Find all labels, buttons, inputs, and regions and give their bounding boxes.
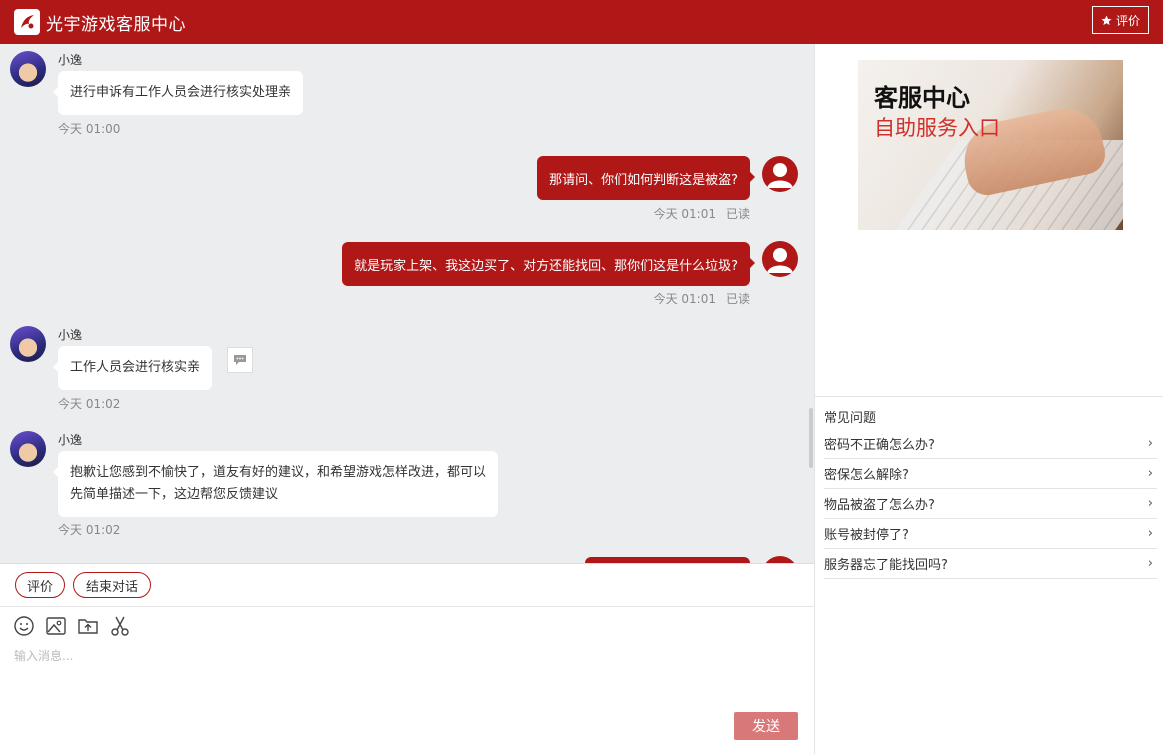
read-status: 已读: [725, 207, 750, 221]
message-time: 今天 01:01 已读: [654, 205, 750, 222]
upload-folder-icon[interactable]: [77, 615, 99, 637]
faq-title: 常见问题: [824, 411, 877, 426]
emoji-icon[interactable]: [13, 615, 35, 637]
agent-name: 小逸: [58, 53, 83, 67]
message-text: 工作人员会进行核实亲: [70, 360, 201, 375]
user-avatar-icon: [762, 556, 798, 563]
message-time: 今天 01:01 已读: [654, 290, 750, 307]
chat-history[interactable]: 小逸 进行申诉有工作人员会进行核实处理亲 今天 01:00 那请问、你们如何判断…: [0, 44, 814, 563]
chat-scrollbar[interactable]: [809, 408, 813, 468]
chevron-right-icon: ›: [1147, 496, 1153, 511]
message-time-value: 今天 01:01: [653, 207, 716, 221]
agent-avatar: [10, 51, 46, 87]
send-button[interactable]: 发送: [734, 712, 798, 740]
faq-item[interactable]: 账号被封停了? ›: [824, 519, 1157, 549]
banner-subtitle: 自助服务入口: [874, 116, 1000, 140]
faq-item[interactable]: 服务器忘了能找回吗? ›: [824, 549, 1157, 579]
rate-button[interactable]: 评价: [15, 572, 65, 598]
message-text: 那请问、你们如何判断这是被盗?: [549, 172, 738, 188]
user-message-bubble: 就是玩家上架、我这边买了、对方还能找回、那你们这是什么垃圾?: [342, 242, 755, 286]
sidebar: 客服中心 自助服务入口 常见问题 密码不正确怎么办? › 密保怎么解除? › 物…: [814, 44, 1163, 754]
rate-header-button[interactable]: 评价: [1091, 6, 1149, 34]
faq-item[interactable]: 密保怎么解除? ›: [824, 459, 1157, 489]
message-time-value: 今天 01:01: [653, 292, 716, 306]
message-time: 今天 01:00: [58, 122, 121, 136]
agent-avatar: [10, 326, 46, 362]
end-conversation-button[interactable]: 结束对话: [73, 572, 151, 598]
app-header: 光宇游戏客服中心 评价: [0, 0, 1163, 44]
user-message-bubble: 那请问、你们如何判断这是被盗?: [537, 156, 755, 200]
chat-actions-bar: 评价 结束对话: [0, 563, 814, 607]
message-text-line: 抱歉让您感到不愉快了，道友有好的建议，和希望游戏怎样改进，都可以: [70, 465, 487, 480]
user-avatar-icon: [762, 156, 798, 192]
chevron-right-icon: ›: [1147, 526, 1153, 541]
agent-name: 小逸: [58, 328, 83, 342]
message-text: 进行申诉有工作人员会进行核实处理亲: [70, 85, 292, 100]
image-icon[interactable]: [45, 615, 67, 637]
composer: 输入消息... 发送: [0, 607, 814, 754]
faq-item-label: 账号被封停了?: [824, 528, 909, 543]
read-status: 已读: [725, 292, 750, 306]
faq-item-label: 密码不正确怎么办?: [824, 438, 935, 453]
self-service-banner[interactable]: 客服中心 自助服务入口: [858, 60, 1123, 230]
star-icon: [1101, 14, 1112, 25]
message-time: 今天 01:02: [58, 523, 121, 537]
message-input[interactable]: 输入消息...: [14, 647, 73, 664]
feedback-button[interactable]: [227, 347, 253, 373]
agent-message-bubble: 抱歉让您感到不愉快了，道友有好的建议，和希望游戏怎样改进，都可以 先简单描述一下…: [52, 451, 499, 517]
agent-avatar: [10, 431, 46, 467]
logo-icon: [14, 9, 40, 35]
faq-item[interactable]: 物品被盗了怎么办? ›: [824, 489, 1157, 519]
app-title: 光宇游戏客服中心: [46, 14, 186, 35]
chevron-right-icon: ›: [1147, 466, 1153, 481]
chevron-right-icon: ›: [1147, 436, 1153, 451]
scissors-icon[interactable]: [109, 615, 131, 637]
comment-icon: [234, 355, 246, 365]
agent-message-bubble: 工作人员会进行核实亲: [52, 346, 213, 390]
message-text-line: 先简单描述一下，这边帮您反馈建议: [70, 487, 279, 502]
faq-item[interactable]: 密码不正确怎么办? ›: [824, 429, 1157, 459]
chevron-right-icon: ›: [1147, 556, 1153, 571]
faq-item-label: 服务器忘了能找回吗?: [824, 558, 948, 573]
divider: [815, 396, 1163, 397]
message-text: 就是玩家上架、我这边买了、对方还能找回、那你们这是什么垃圾?: [354, 258, 738, 274]
faq-item-label: 物品被盗了怎么办?: [824, 498, 935, 513]
agent-name: 小逸: [58, 433, 83, 447]
agent-message-bubble: 进行申诉有工作人员会进行核实处理亲: [52, 71, 304, 115]
banner-title: 客服中心: [874, 84, 970, 112]
rate-header-label: 评价: [1115, 13, 1140, 28]
user-avatar-icon: [762, 241, 798, 277]
faq-item-label: 密保怎么解除?: [824, 468, 909, 483]
message-time: 今天 01:02: [58, 397, 121, 411]
